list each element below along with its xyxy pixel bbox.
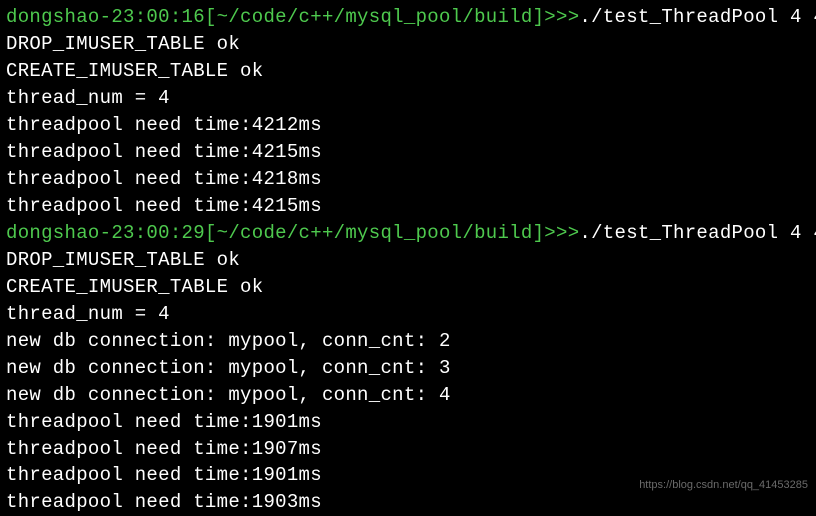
prompt-symbol: >>> xyxy=(544,222,579,244)
output-text: threadpool need time:1901ms xyxy=(6,464,322,486)
output-text: threadpool need time:4212ms xyxy=(6,114,322,136)
output-text: thread_num = 4 xyxy=(6,303,170,325)
output-text: new db connection: mypool, conn_cnt: 2 xyxy=(6,330,451,352)
prompt-symbol: >>> xyxy=(544,6,579,28)
terminal-line: threadpool need time:4212ms xyxy=(6,112,810,139)
terminal-line: new db connection: mypool, conn_cnt: 2 xyxy=(6,328,810,355)
output-text: threadpool need time:4218ms xyxy=(6,168,322,190)
watermark-text: https://blog.csdn.net/qq_41453285 xyxy=(639,478,808,494)
output-text: threadpool need time:1907ms xyxy=(6,438,322,460)
prompt-path: [~/code/c++/mysql_pool/build] xyxy=(205,6,544,28)
terminal-line: DROP_IMUSER_TABLE ok xyxy=(6,247,810,274)
prompt-path: [~/code/c++/mysql_pool/build] xyxy=(205,222,544,244)
terminal-output: dongshao-23:00:16[~/code/c++/mysql_pool/… xyxy=(6,4,810,516)
terminal-line: new db connection: mypool, conn_cnt: 4 xyxy=(6,382,810,409)
output-text: new db connection: mypool, conn_cnt: 3 xyxy=(6,357,451,379)
output-text: CREATE_IMUSER_TABLE ok xyxy=(6,276,263,298)
terminal-line: dongshao-23:00:16[~/code/c++/mysql_pool/… xyxy=(6,4,810,31)
output-text: threadpool need time:1903ms xyxy=(6,491,322,513)
command-text: ./test_ThreadPool 4 4 0 xyxy=(579,6,816,28)
output-text: new db connection: mypool, conn_cnt: 4 xyxy=(6,384,451,406)
command-text: ./test_ThreadPool 4 4 1 xyxy=(579,222,816,244)
terminal-line: threadpool need time:4218ms xyxy=(6,166,810,193)
terminal-line: thread_num = 4 xyxy=(6,85,810,112)
output-text: threadpool need time:4215ms xyxy=(6,141,322,163)
terminal-line: DROP_IMUSER_TABLE ok xyxy=(6,31,810,58)
terminal-line: CREATE_IMUSER_TABLE ok xyxy=(6,274,810,301)
terminal-line: threadpool need time:1907ms xyxy=(6,436,810,463)
terminal-line: new db connection: mypool, conn_cnt: 3 xyxy=(6,355,810,382)
terminal-line: CREATE_IMUSER_TABLE ok xyxy=(6,58,810,85)
output-text: DROP_IMUSER_TABLE ok xyxy=(6,33,240,55)
output-text: DROP_IMUSER_TABLE ok xyxy=(6,249,240,271)
output-text: threadpool need time:1901ms xyxy=(6,411,322,433)
output-text: CREATE_IMUSER_TABLE ok xyxy=(6,60,263,82)
terminal-line: dongshao-23:00:29[~/code/c++/mysql_pool/… xyxy=(6,220,810,247)
terminal-line: threadpool need time:1901ms xyxy=(6,409,810,436)
prompt-user-host-time: dongshao-23:00:16 xyxy=(6,6,205,28)
terminal-line: threadpool need time:4215ms xyxy=(6,193,810,220)
output-text: threadpool need time:4215ms xyxy=(6,195,322,217)
output-text: thread_num = 4 xyxy=(6,87,170,109)
prompt-user-host-time: dongshao-23:00:29 xyxy=(6,222,205,244)
terminal-line: threadpool need time:4215ms xyxy=(6,139,810,166)
terminal-line: thread_num = 4 xyxy=(6,301,810,328)
